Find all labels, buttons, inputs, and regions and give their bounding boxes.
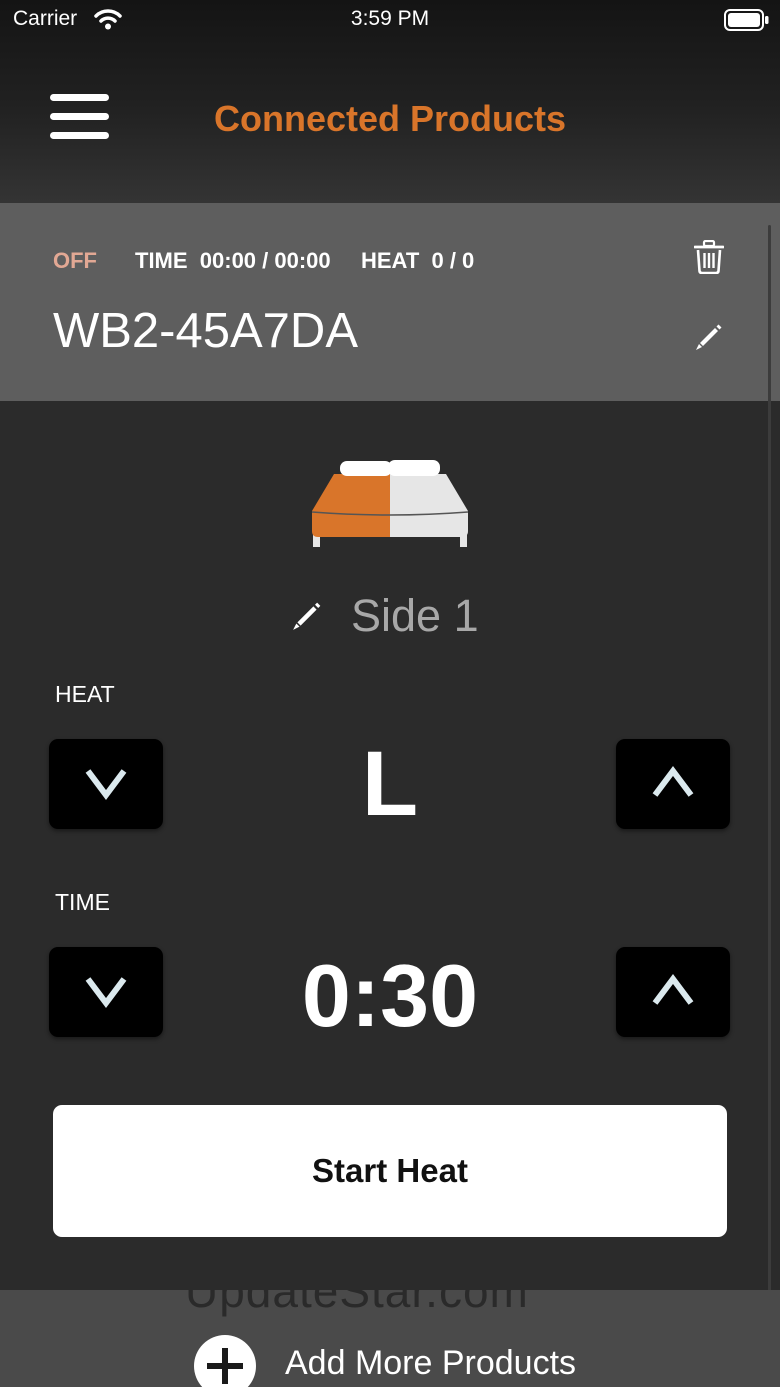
side-edit-pencil-icon[interactable] — [291, 600, 323, 632]
bed-icon — [311, 460, 469, 547]
add-more-products-link[interactable]: Add More Products — [285, 1344, 576, 1383]
chevron-up-icon — [652, 766, 694, 797]
status-bar: Carrier 3:59 PM — [0, 0, 780, 40]
time-label: TIME — [55, 889, 110, 915]
watermark: UpdateStar.com — [185, 1290, 529, 1317]
status-clock: 3:59 PM — [350, 7, 430, 30]
device-edit-pencil-icon[interactable] — [694, 322, 724, 352]
plus-circle-icon[interactable] — [193, 1334, 257, 1387]
add-products-footer[interactable]: UpdateStar.com Add More Products — [0, 1290, 780, 1387]
trash-icon[interactable] — [694, 240, 724, 274]
heat-status: HEAT 0 / 0 — [361, 248, 475, 273]
chevron-up-icon — [652, 974, 694, 1005]
battery-icon — [724, 9, 769, 31]
time-increase-button[interactable] — [616, 947, 730, 1037]
heat-increase-button[interactable] — [616, 739, 730, 829]
page-title: Connected Products — [213, 98, 567, 139]
device-name: WB2-45A7DA — [53, 304, 359, 358]
start-heat-button[interactable]: Start Heat — [53, 1105, 727, 1237]
device-card[interactable]: OFF TIME 00:00 / 00:00 HEAT 0 / 0 WB2-45… — [0, 203, 780, 401]
time-status: TIME 00:00 / 00:00 — [135, 248, 331, 273]
top-header-area: Carrier 3:59 PM Connected Products — [0, 0, 780, 203]
side-name[interactable]: Side 1 — [351, 590, 479, 642]
power-status: OFF — [53, 248, 97, 273]
heat-label: HEAT — [55, 681, 115, 707]
